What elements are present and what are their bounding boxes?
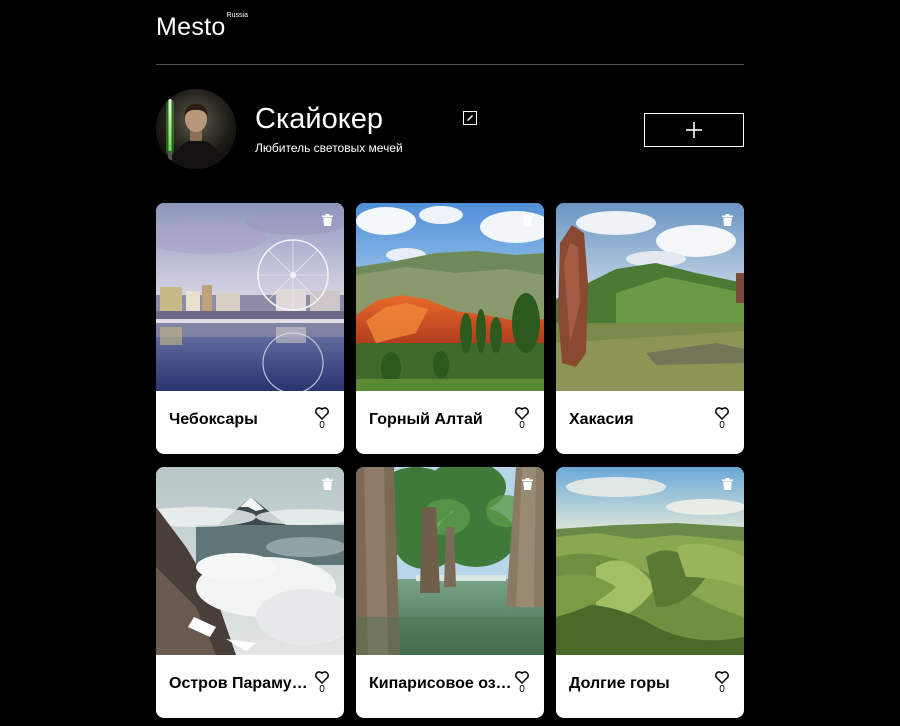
card-image[interactable] [156,467,344,655]
plus-icon [686,122,702,138]
card-title: Горный Алтай [369,411,483,428]
card-title: Хакасия [569,411,634,428]
trash-icon[interactable] [522,214,533,226]
trash-icon[interactable] [722,214,733,226]
card: Остров Парамушир 0 [156,467,344,718]
card-image[interactable] [156,203,344,391]
like-container: 0 [514,671,530,696]
card-footer: Хакасия 0 [556,391,744,454]
trash-icon[interactable] [722,478,733,490]
card: Хакасия 0 [556,203,744,454]
profile-about: Любитель световых мечей [255,141,403,155]
profile: Скайокер Любитель световых мечей [156,65,744,203]
trash-icon[interactable] [322,214,333,226]
pencil-icon [467,115,473,121]
header: Mesto Russia [156,0,744,65]
trash-icon[interactable] [322,478,333,490]
card-image[interactable] [356,203,544,391]
heart-icon[interactable] [515,407,529,420]
card-footer: Кипарисовое озеро 0 [356,655,544,718]
card: Долгие горы 0 [556,467,744,718]
edit-profile-button[interactable] [463,111,477,125]
card-footer: Долгие горы 0 [556,655,744,718]
logo-text: Mesto [156,13,226,41]
like-container: 0 [714,671,730,696]
card-title: Чебоксары [169,411,258,428]
logo-superscript: Russia [226,12,248,19]
profile-name: Скайокер [255,103,383,135]
card-footer: Чебоксары 0 [156,391,344,454]
like-count: 0 [519,684,525,695]
card-footer: Остров Парамушир 0 [156,655,344,718]
like-container: 0 [314,407,330,432]
like-container: 0 [314,671,330,696]
card-title: Долгие горы [569,675,670,692]
like-count: 0 [319,684,325,695]
like-container: 0 [714,407,730,432]
card-title: Остров Парамушир [169,675,312,692]
card: Горный Алтай 0 [356,203,544,454]
page: Mesto Russia Скайокер Любитель световых … [156,0,744,718]
like-container: 0 [514,407,530,432]
card-image[interactable] [556,203,744,391]
heart-icon[interactable] [315,671,329,684]
trash-icon[interactable] [522,478,533,490]
card: Чебоксары 0 [156,203,344,454]
add-card-button[interactable] [644,113,744,147]
card: Кипарисовое озеро 0 [356,467,544,718]
cards-grid: Чебоксары 0 Горный Алтай 0 Хакасия 0 Ост… [156,203,744,718]
like-count: 0 [319,420,325,431]
avatar[interactable] [156,89,236,169]
card-image[interactable] [556,467,744,655]
card-title: Кипарисовое озеро [369,675,512,692]
card-footer: Горный Алтай 0 [356,391,544,454]
logo: Mesto Russia [156,12,248,42]
heart-icon[interactable] [515,671,529,684]
card-image[interactable] [356,467,544,655]
heart-icon[interactable] [715,407,729,420]
like-count: 0 [719,684,725,695]
heart-icon[interactable] [315,407,329,420]
like-count: 0 [519,420,525,431]
like-count: 0 [719,420,725,431]
heart-icon[interactable] [715,671,729,684]
